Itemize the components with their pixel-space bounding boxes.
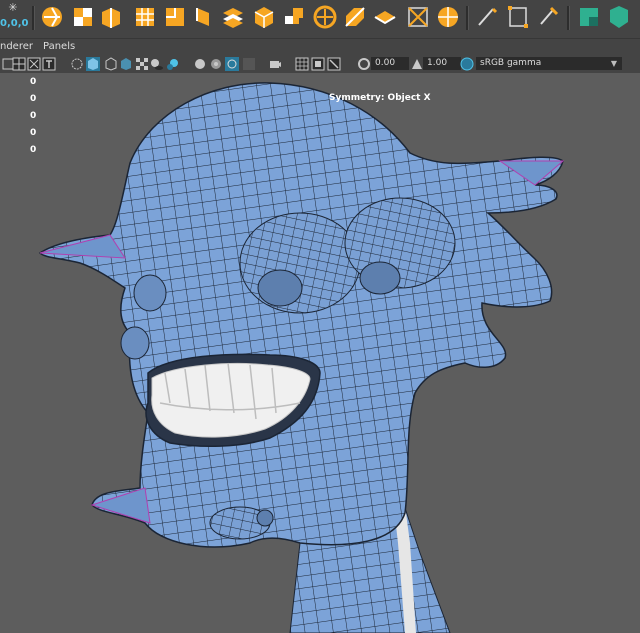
menu-renderer[interactable]: nderer	[0, 41, 33, 52]
safe-area-icon[interactable]	[327, 57, 341, 71]
lights-icon[interactable]	[135, 57, 149, 71]
motion-blur-icon[interactable]	[193, 57, 207, 71]
shelf-green-shape-icon[interactable]	[606, 4, 632, 30]
shelf-frame-icon[interactable]	[405, 4, 431, 30]
shelf-separator	[32, 6, 35, 30]
shelf-soccer-icon[interactable]	[435, 4, 461, 30]
gamma-field[interactable]: 1.00	[423, 57, 461, 70]
menu-panels[interactable]: Panels	[43, 41, 75, 52]
shadows-icon[interactable]	[150, 57, 164, 71]
viewport-toolbar: 0.00 1.00 sRGB gamma ▼	[0, 55, 640, 74]
sculpt-mesh[interactable]	[0, 73, 640, 633]
color-management-icon[interactable]	[460, 57, 474, 71]
xray-icon[interactable]	[242, 57, 256, 71]
isolate-select-icon[interactable]	[70, 57, 84, 71]
shelf-cube-orange-icon[interactable]	[251, 4, 277, 30]
shelf-multicube-icon[interactable]	[281, 4, 307, 30]
shelf-cylinder-icon[interactable]	[98, 4, 124, 30]
exposure-field[interactable]: 0.00	[371, 57, 409, 70]
chevron-down-icon: ▼	[610, 59, 617, 68]
hud-value: 0	[30, 111, 37, 121]
shelf-cube-icon[interactable]	[70, 4, 96, 30]
shelf-slice-icon[interactable]	[372, 4, 398, 30]
viewport-3d[interactable]: 0 0 0 0 0 Symmetry: Object X	[0, 73, 640, 633]
shelf-split-icon[interactable]	[342, 4, 368, 30]
gamma-icon[interactable]	[410, 57, 424, 71]
antialias-icon[interactable]	[209, 57, 223, 71]
wireframe-grid-icon[interactable]	[12, 57, 26, 71]
shelf-select-box-icon[interactable]	[505, 4, 531, 30]
film-gate-icon[interactable]	[311, 57, 325, 71]
exposure-icon[interactable]	[357, 57, 371, 71]
shelf-knife-icon[interactable]	[474, 4, 500, 30]
color-space-value: sRGB gamma	[480, 58, 542, 68]
coordinate-readout: ✳ 0,0,0	[0, 0, 28, 38]
snowflake-icon[interactable]: ✳	[7, 2, 19, 14]
textured-cube-icon[interactable]	[119, 57, 133, 71]
shaded-cube-icon[interactable]	[86, 57, 100, 71]
shelf-toolbar: ✳ 0,0,0	[0, 0, 640, 38]
shelf-green-poly-icon[interactable]	[576, 4, 602, 30]
camera-icon[interactable]	[268, 57, 282, 71]
symmetry-label: Symmetry: Object X	[329, 93, 431, 103]
hud-value: 0	[30, 128, 37, 138]
hud-value: 0	[30, 94, 37, 104]
shelf-sweep-icon[interactable]	[220, 4, 246, 30]
grid-toggle-icon[interactable]	[295, 57, 309, 71]
ambient-occlusion-icon[interactable]	[166, 57, 180, 71]
color-space-dropdown[interactable]: sRGB gamma ▼	[476, 57, 622, 70]
shelf-sphere-icon[interactable]	[39, 4, 65, 30]
wireframe-cube-icon[interactable]	[104, 57, 118, 71]
hud-value: 0	[30, 77, 37, 87]
panel-menubar: nderer Panels	[0, 38, 640, 56]
hud-value: 0	[30, 145, 37, 155]
depth-of-field-icon[interactable]	[225, 57, 239, 71]
coordinate-text: 0,0,0	[0, 18, 29, 29]
shelf-smooth-icon[interactable]	[312, 4, 338, 30]
shelf-wedge-icon[interactable]	[190, 4, 216, 30]
head-mesh	[38, 82, 564, 548]
shelf-paint-icon[interactable]	[535, 4, 561, 30]
shelf-plane-icon[interactable]	[162, 4, 188, 30]
shelf-grid-icon[interactable]	[132, 4, 158, 30]
resolution-gate-icon[interactable]	[27, 57, 41, 71]
shelf-separator	[466, 6, 469, 30]
text-overlay-icon[interactable]	[42, 57, 56, 71]
shelf-separator	[567, 6, 570, 30]
